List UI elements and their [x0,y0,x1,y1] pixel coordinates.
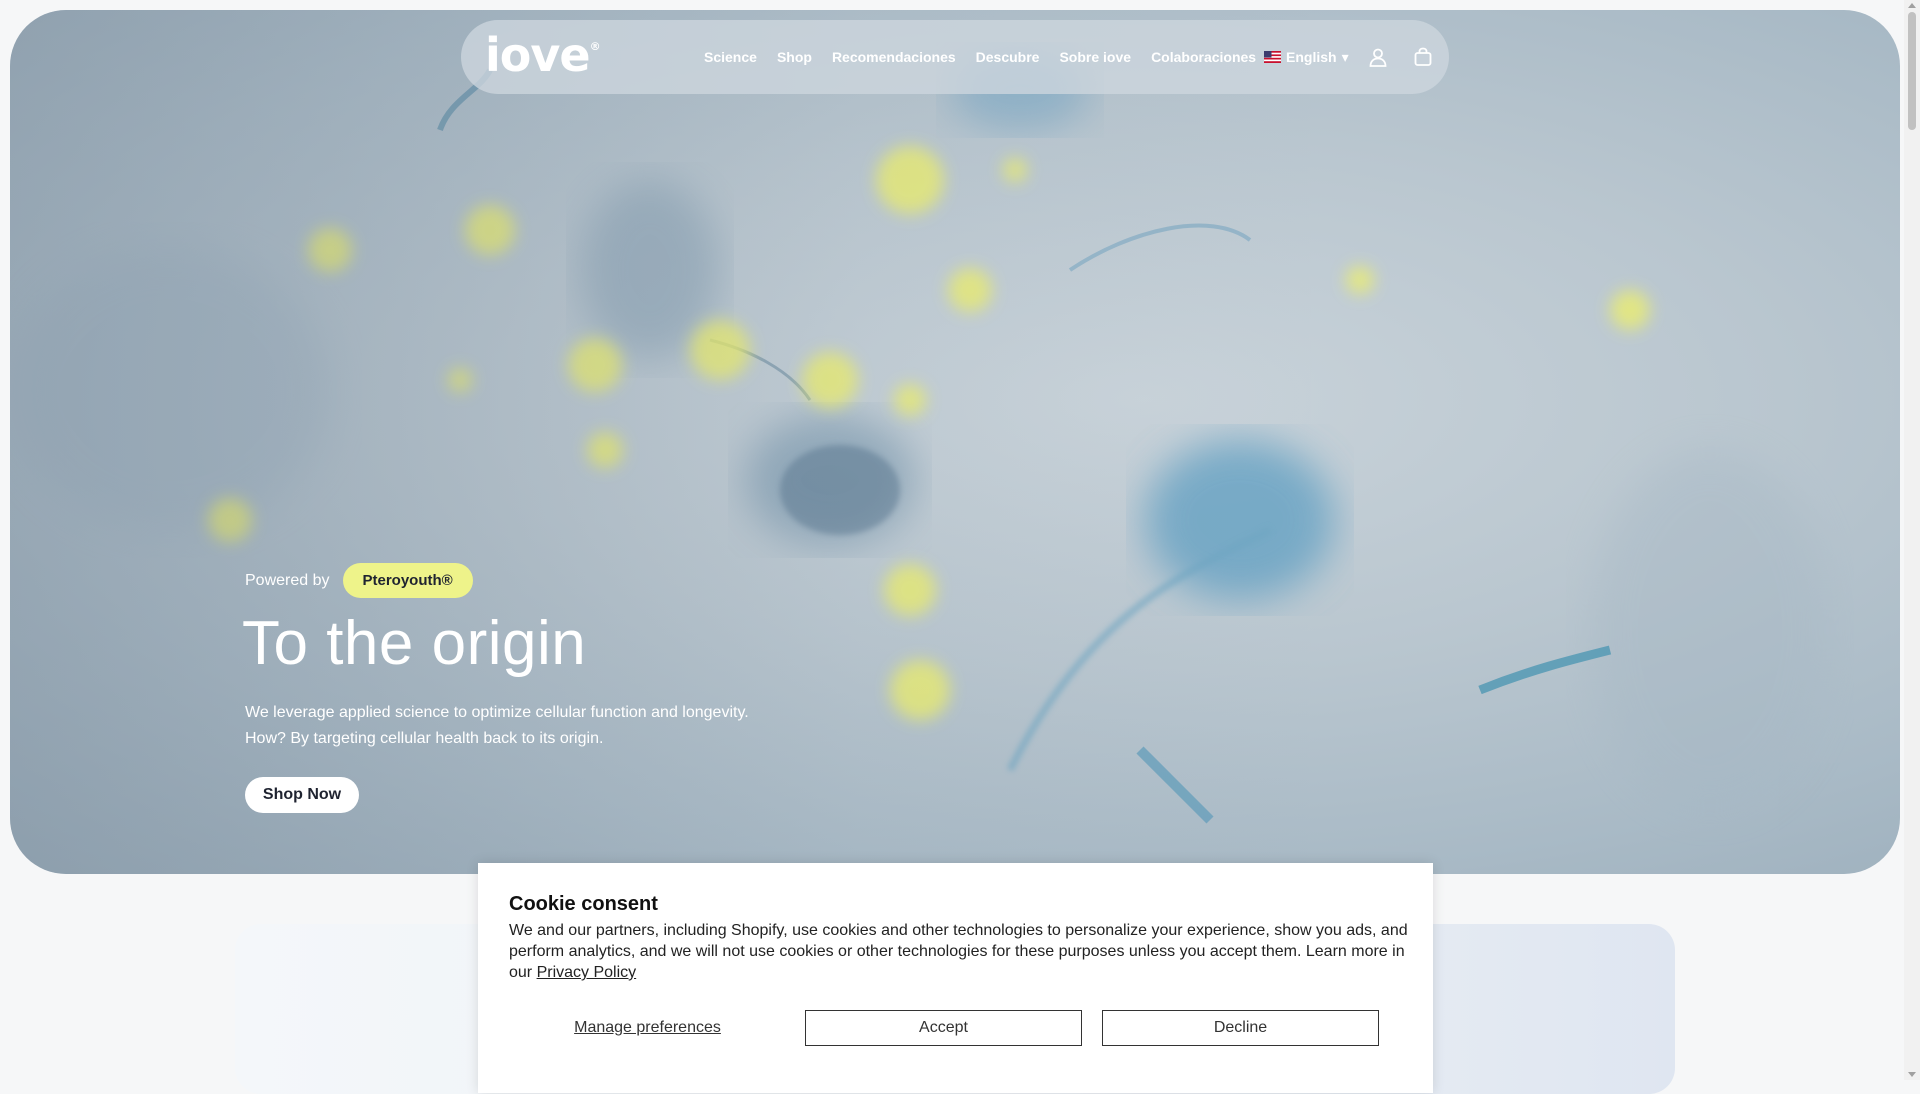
powered-by-label: Powered by [245,571,330,589]
manage-preferences-button[interactable]: Manage preferences [509,1010,786,1046]
cookie-consent-banner: Cookie consent We and our partners, incl… [478,863,1433,1093]
iove-logo[interactable]: iove® [485,28,601,82]
us-flag-icon [1264,51,1281,63]
shopping-bag-icon[interactable] [1412,46,1434,68]
nav-link-recomendaciones[interactable]: Recomendaciones [832,49,956,65]
logo-text: iove [485,28,591,82]
top-navigation: iove® Science Shop Recomendaciones Descu… [461,20,1449,94]
decline-button[interactable]: Decline [1102,1010,1379,1046]
hero-title: To the origin [242,609,587,678]
nav-links: Science Shop Recomendaciones Descubre So… [704,20,1256,94]
cookie-title: Cookie consent [509,893,658,915]
hero-description-line-2: How? By targeting cellular health back t… [245,730,604,747]
cookie-body: We and our partners, including Shopify, … [509,922,1408,981]
hero-description: We leverage applied science to optimize … [245,700,805,752]
cookie-text: We and our partners, including Shopify, … [509,920,1409,983]
scrollbar-thumb[interactable] [1908,12,1916,130]
hero-description-line-1: We leverage applied science to optimize … [245,704,749,721]
scroll-up-arrow-icon[interactable] [1908,3,1916,8]
accept-button[interactable]: Accept [805,1010,1082,1046]
nav-link-sobre-iove[interactable]: Sobre iove [1059,49,1131,65]
user-icon[interactable] [1367,46,1389,68]
language-selector[interactable]: English ▾ [1264,20,1349,94]
privacy-policy-link[interactable]: Privacy Policy [537,964,637,981]
powered-by-row: Powered by Pteroyouth® [245,563,473,598]
nav-link-shop[interactable]: Shop [777,49,812,65]
pteroyouth-badge: Pteroyouth® [342,563,473,598]
logo-registered-mark: ® [589,40,601,53]
language-label: English [1286,49,1337,65]
chevron-down-icon: ▾ [1341,48,1349,65]
nav-link-colaboraciones[interactable]: Colaboraciones [1151,49,1256,65]
nav-link-science[interactable]: Science [704,49,757,65]
nav-link-descubre[interactable]: Descubre [976,49,1040,65]
scroll-down-arrow-icon[interactable] [1908,1072,1916,1077]
page-scrollbar[interactable] [1904,0,1920,1080]
shop-now-button[interactable]: Shop Now [245,777,359,813]
hero-section: Powered by Pteroyouth® To the origin We … [10,10,1900,874]
